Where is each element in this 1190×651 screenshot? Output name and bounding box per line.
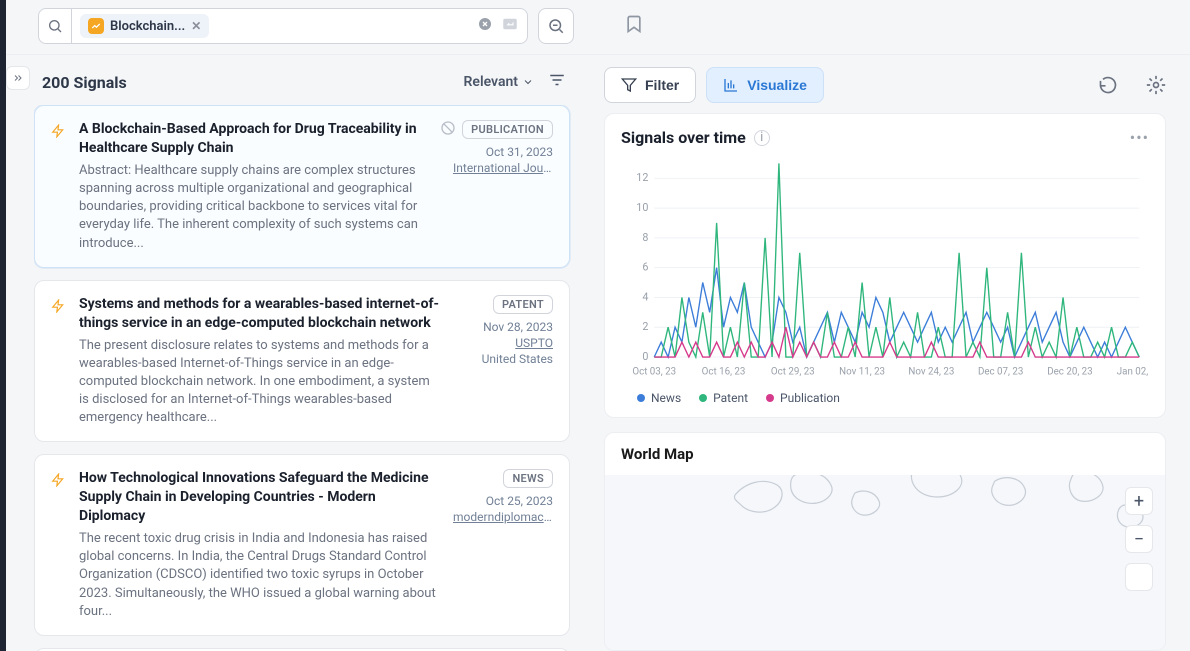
svg-text:Dec 20, 23: Dec 20, 23 xyxy=(1047,367,1092,378)
zoom-out-icon[interactable] xyxy=(538,8,574,44)
visualize-label: Visualize xyxy=(747,77,807,93)
bolt-icon xyxy=(51,472,67,621)
map-zoom-out-button[interactable]: − xyxy=(1125,525,1153,553)
chart-title: Signals over time xyxy=(621,128,746,147)
signals-list: A Blockchain-Based Approach for Drug Tra… xyxy=(34,105,574,651)
svg-text:Oct 03, 23: Oct 03, 23 xyxy=(632,367,676,378)
legend-item[interactable]: Patent xyxy=(699,391,748,405)
chevron-down-icon xyxy=(522,76,534,88)
top-bar: Blockchain... ✕ xyxy=(6,0,1190,55)
svg-text:12: 12 xyxy=(636,171,648,184)
svg-text:Jan 02, 24: Jan 02, 24 xyxy=(1117,367,1149,378)
card-abstract: The recent toxic drug crisis in India an… xyxy=(79,530,441,621)
svg-text:4: 4 xyxy=(642,290,648,303)
clear-search-icon[interactable] xyxy=(477,16,493,36)
chip-remove-icon[interactable]: ✕ xyxy=(191,19,201,33)
card-meta: NEWS Oct 25, 2023 moderndiplomac... xyxy=(453,469,553,621)
card-date: Oct 25, 2023 xyxy=(486,494,553,508)
search-chip[interactable]: Blockchain... ✕ xyxy=(80,14,209,38)
sort-dropdown[interactable]: Relevant xyxy=(464,74,534,90)
chart-panel: Signals over time i ••• 0 2 4 6 8 10 12 Oct 03,… xyxy=(604,113,1166,418)
map-zoom-in-button[interactable]: + xyxy=(1125,487,1153,515)
svg-text:Nov 11, 23: Nov 11, 23 xyxy=(839,367,885,378)
enter-icon[interactable] xyxy=(501,15,519,37)
filter-label: Filter xyxy=(645,77,679,93)
card-date: Oct 31, 2023 xyxy=(486,145,553,159)
map-panel: World Map xyxy=(604,432,1166,651)
map-title: World Map xyxy=(605,433,1165,475)
filter-icon xyxy=(621,77,637,93)
svg-text:10: 10 xyxy=(636,201,648,214)
chart-legend: News Patent Publication xyxy=(621,385,1149,409)
signals-count: 200 Signals xyxy=(42,73,127,92)
signal-card[interactable]: How Technological Innovations Safeguard … xyxy=(34,454,570,636)
card-date: Nov 28, 2023 xyxy=(483,320,553,334)
svg-text:8: 8 xyxy=(642,231,648,244)
search-icon[interactable] xyxy=(38,8,72,44)
svg-text:2: 2 xyxy=(642,320,648,333)
card-title: A Blockchain-Based Approach for Drug Tra… xyxy=(79,120,441,158)
card-title: How Technological Innovations Safeguard … xyxy=(79,469,441,526)
svg-text:Oct 29, 23: Oct 29, 23 xyxy=(771,367,815,378)
svg-text:0: 0 xyxy=(642,350,648,363)
chip-label: Blockchain... xyxy=(110,19,185,34)
svg-text:Dec 07, 23: Dec 07, 23 xyxy=(978,367,1023,378)
expand-sidebar-button[interactable] xyxy=(6,66,30,90)
bookmark-icon[interactable] xyxy=(624,14,644,38)
legend-item[interactable]: News xyxy=(637,391,681,405)
bolt-icon xyxy=(51,123,67,253)
chart-icon xyxy=(88,18,104,34)
card-title: Systems and methods for a wearables-base… xyxy=(79,295,441,333)
undo-icon[interactable] xyxy=(1098,75,1118,95)
signal-card[interactable]: A Blockchain-Based Approach for Drug Tra… xyxy=(34,105,570,268)
visualize-button[interactable]: Visualize xyxy=(706,67,824,103)
bolt-icon xyxy=(51,298,67,428)
type-badge: NEWS xyxy=(503,469,553,488)
type-badge: PUBLICATION xyxy=(462,120,553,139)
card-meta: PUBLICATION Oct 31, 2023 International Jou… xyxy=(453,120,553,253)
search-input[interactable]: Blockchain... ✕ xyxy=(72,8,528,44)
sort-label: Relevant xyxy=(464,74,518,90)
info-icon[interactable]: i xyxy=(754,130,770,146)
card-abstract: The present disclosure relates to system… xyxy=(79,337,441,428)
card-source[interactable]: International Jour... xyxy=(453,161,553,175)
chart-menu-icon[interactable]: ••• xyxy=(1130,128,1149,147)
right-toolbar: Filter Visualize xyxy=(604,67,1166,113)
card-source[interactable]: USPTO xyxy=(515,336,553,350)
bar-chart-icon xyxy=(723,77,739,93)
signals-chart[interactable]: 0 2 4 6 8 10 12 Oct 03, 23 Oct 16, 23 Oct 29, 23 N… xyxy=(621,155,1149,385)
card-source[interactable]: moderndiplomac... xyxy=(453,510,553,524)
card-abstract: Abstract: Healthcare supply chains are c… xyxy=(79,162,441,253)
settings-icon[interactable] xyxy=(1146,75,1166,95)
signal-card[interactable]: Systems and methods for a wearables-base… xyxy=(34,280,570,443)
svg-text:Oct 16, 23: Oct 16, 23 xyxy=(702,367,746,378)
svg-text:6: 6 xyxy=(642,261,648,274)
sort-lines-icon[interactable] xyxy=(548,71,566,93)
filter-button[interactable]: Filter xyxy=(604,67,696,103)
map-locate-button[interactable] xyxy=(1125,563,1153,591)
card-country: United States xyxy=(482,352,553,366)
world-map[interactable]: + − xyxy=(605,475,1165,650)
card-meta: PATENT Nov 28, 2023 USPTO United States xyxy=(453,295,553,428)
type-badge: PATENT xyxy=(493,295,553,314)
legend-item[interactable]: Publication xyxy=(766,391,840,405)
ban-icon xyxy=(440,120,456,139)
svg-text:Nov 24, 23: Nov 24, 23 xyxy=(908,367,954,378)
